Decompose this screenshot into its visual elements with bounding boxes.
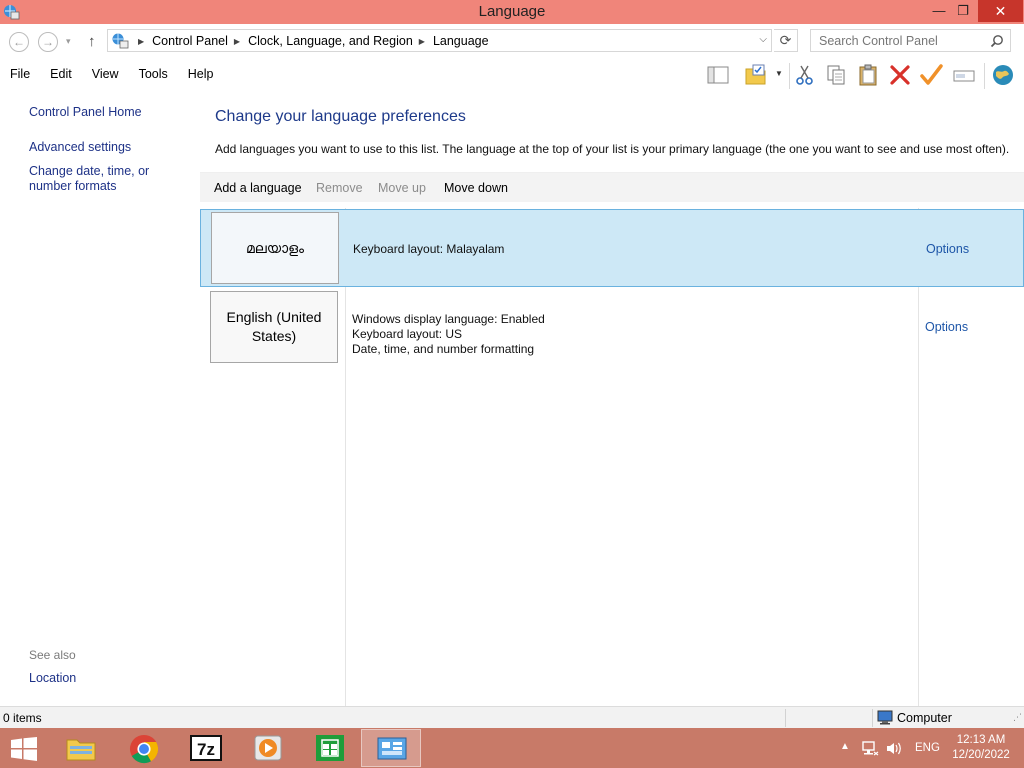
breadcrumb-control-panel[interactable]: Control Panel <box>152 34 228 48</box>
store-icon <box>316 735 344 761</box>
system-clock[interactable]: 12:13 AM 12/20/2022 <box>948 733 1014 763</box>
properties-folder-icon[interactable] <box>744 63 768 87</box>
status-divider <box>872 709 873 727</box>
options-link[interactable]: Options <box>925 320 968 334</box>
windows-logo-icon <box>11 737 37 761</box>
refresh-button[interactable]: ⟳ <box>774 29 798 52</box>
taskbar-7zip[interactable]: 7z <box>176 729 236 767</box>
chevron-right-icon[interactable]: ▶ <box>419 37 425 46</box>
computer-icon <box>877 710 893 725</box>
page-description: Add languages you want to use to this li… <box>215 142 1010 156</box>
volume-icon[interactable] <box>885 741 903 756</box>
7zip-icon: 7z <box>190 735 222 761</box>
copy-icon[interactable] <box>824 63 848 87</box>
search-icon[interactable] <box>990 34 1004 48</box>
breadcrumb-clock-language-region[interactable]: Clock, Language, and Region <box>248 34 413 48</box>
breadcrumb: ▶ Control Panel ▶ Clock, Language, and Regi… <box>132 34 489 48</box>
title-bar: Language — ❐ ✕ <box>0 0 1024 24</box>
search-input[interactable] <box>811 30 981 51</box>
see-also-heading: See also <box>29 648 76 662</box>
layout-icon[interactable] <box>706 63 730 87</box>
control-panel-icon <box>377 737 407 760</box>
delete-icon[interactable] <box>888 63 912 87</box>
language-row-malayalam[interactable]: മലയാളം Keyboard layout: Malayalam Option… <box>200 209 1024 287</box>
formatting-text: Date, time, and number formatting <box>352 342 535 356</box>
cut-icon[interactable] <box>793 63 817 87</box>
remove-button[interactable]: Remove <box>316 181 363 195</box>
language-tile[interactable]: English (United States) <box>210 291 338 363</box>
language-details: Keyboard layout: Malayalam <box>353 242 504 257</box>
menu-tools[interactable]: Tools <box>129 67 178 81</box>
address-dropdown-button[interactable]: ⌵ <box>759 34 767 45</box>
keyboard-layout-text: Keyboard layout: US <box>352 327 463 341</box>
computer-zone-label: Computer <box>897 711 952 725</box>
restore-button[interactable]: ❐ <box>949 0 977 22</box>
close-button[interactable]: ✕ <box>978 0 1023 22</box>
menu-edit[interactable]: Edit <box>40 67 82 81</box>
taskbar-control-panel[interactable] <box>361 729 421 767</box>
status-divider <box>785 709 786 727</box>
main-content: Change your language preferences Add lan… <box>200 90 1024 706</box>
status-bar: 0 items Computer ⋰ <box>0 706 1024 728</box>
recent-locations-button[interactable]: ▾ <box>66 36 71 47</box>
taskbar-file-explorer[interactable] <box>51 729 111 767</box>
control-panel-icon <box>112 33 129 49</box>
move-down-button[interactable]: Move down <box>444 181 508 195</box>
media-player-icon <box>254 735 282 761</box>
move-up-button[interactable]: Move up <box>378 181 426 195</box>
clock-time: 12:13 AM <box>956 734 1006 746</box>
back-button[interactable]: ← <box>9 32 29 52</box>
network-icon[interactable] <box>861 741 879 756</box>
control-panel-home-link[interactable]: Control Panel Home <box>29 105 194 120</box>
search-box[interactable] <box>810 29 1011 52</box>
menu-file[interactable]: File <box>0 67 40 81</box>
taskbar-media-player[interactable] <box>238 729 298 767</box>
add-language-button[interactable]: Add a language <box>214 181 302 195</box>
keyboard-layout-text: Keyboard layout: Malayalam <box>353 242 505 256</box>
show-hidden-icons-button[interactable]: ▲ <box>840 741 850 768</box>
options-link[interactable]: Options <box>926 242 969 256</box>
language-command-bar: Add a language Remove Move up Move down <box>200 172 1024 202</box>
navigation-pane: Control Panel Home Advanced settings Cha… <box>0 90 200 706</box>
change-date-time-formats-link[interactable]: Change date, time, or number formats <box>29 164 194 194</box>
rename-icon[interactable] <box>952 63 976 87</box>
language-row-english-us[interactable]: English (United States) Windows display … <box>200 288 1024 366</box>
chrome-icon <box>129 734 159 764</box>
display-language-text: Windows display language: Enabled <box>352 312 545 326</box>
address-bar[interactable]: ▶ Control Panel ▶ Clock, Language, and Regi… <box>107 29 772 52</box>
breadcrumb-language[interactable]: Language <box>433 34 489 48</box>
toolbar-divider <box>789 63 790 89</box>
item-count: 0 items <box>3 711 42 725</box>
taskbar-chrome[interactable] <box>114 729 174 767</box>
up-button[interactable]: ↑ <box>88 33 96 50</box>
svg-text:7z: 7z <box>197 740 215 759</box>
chevron-right-icon[interactable]: ▶ <box>234 37 240 46</box>
chevron-right-icon[interactable]: ▶ <box>138 37 144 46</box>
toolbar-divider <box>984 63 985 89</box>
input-language-indicator[interactable]: ENG <box>915 742 940 754</box>
menu-view[interactable]: View <box>82 67 129 81</box>
address-row: ← → ▾ ↑ ▶ Control Panel ▶ Clock, Language, … <box>0 24 1024 60</box>
language-details: Windows display language: Enabled Keyboa… <box>352 312 545 357</box>
language-list: മലയാളം Keyboard layout: Malayalam Option… <box>200 208 1024 706</box>
taskbar: 7z ▲ ENG 12:13 AM 12/20/2022 <box>0 728 1024 768</box>
folder-icon <box>66 739 96 761</box>
location-link[interactable]: Location <box>29 671 194 686</box>
page-title: Change your language preferences <box>215 108 466 125</box>
menu-help[interactable]: Help <box>178 67 224 81</box>
taskbar-store[interactable] <box>300 729 360 767</box>
language-tile[interactable]: മലയാളം <box>211 212 339 284</box>
paste-icon[interactable] <box>856 63 880 87</box>
advanced-settings-link[interactable]: Advanced settings <box>29 140 194 155</box>
clock-date: 12/20/2022 <box>952 749 1010 761</box>
window-title: Language <box>478 3 546 20</box>
forward-button[interactable]: → <box>38 32 58 52</box>
globe-icon[interactable] <box>991 63 1015 87</box>
chevron-down-icon[interactable]: ▼ <box>775 69 783 78</box>
resize-grip-icon[interactable]: ⋰ <box>1013 712 1022 723</box>
check-icon[interactable] <box>919 63 943 87</box>
start-button[interactable] <box>0 729 50 767</box>
menu-bar: File Edit View Tools Help ▼ <box>0 60 1024 90</box>
